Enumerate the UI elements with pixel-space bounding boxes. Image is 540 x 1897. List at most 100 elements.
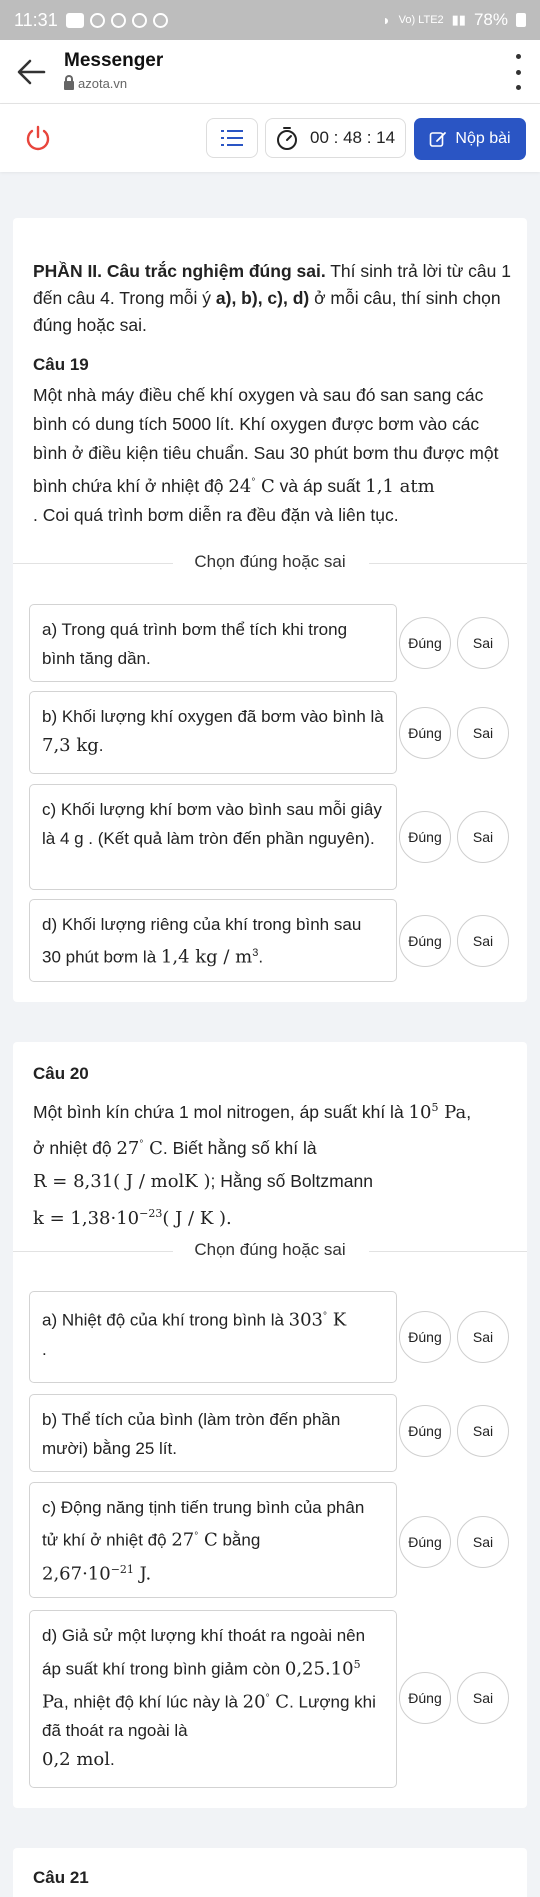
submit-button[interactable]: Nộp bài <box>414 118 526 160</box>
choose-divider: Chọn đúng hoặc sai <box>13 1240 527 1262</box>
option-line4: 0,2 mol <box>42 1749 111 1771</box>
network-label: Vo) LTE2 <box>398 14 444 26</box>
status-bar: 11:31 ◗ Vo) LTE2 ▮▮ 78% <box>0 0 540 40</box>
edit-icon <box>430 132 447 147</box>
question-card-19: PHẦN II. Câu trắc nghiệm đúng sai. Thí s… <box>13 218 527 1002</box>
countdown-timer: 00 : 48 : 14 <box>265 118 406 158</box>
question-list-button[interactable] <box>206 118 258 158</box>
true-button[interactable]: Đúng <box>399 617 451 669</box>
submit-label: Nộp bài <box>455 130 511 147</box>
section-intro: PHẦN II. Câu trắc nghiệm đúng sai. Thí s… <box>33 258 513 339</box>
q19-temp: 24 <box>228 475 252 497</box>
arrow-left-icon[interactable] <box>14 56 48 88</box>
section-text-marks: a), b), c), d) <box>215 288 310 308</box>
true-button[interactable]: Đúng <box>399 811 451 863</box>
true-button[interactable]: Đúng <box>399 1516 451 1568</box>
wifi-icon: ◗ <box>382 12 391 28</box>
option-line2-unit: C <box>269 1691 290 1713</box>
false-button[interactable]: Sai <box>457 707 509 759</box>
option-c: c) Động năng tịnh tiến trung bình của ph… <box>29 1482 397 1598</box>
q20-temp: 27 <box>116 1137 140 1159</box>
gas-constant: R = 8,31( J / molK ) <box>33 1170 211 1192</box>
option-text: b) Thể tích của bình (làm tròn đến phần … <box>42 1410 341 1458</box>
choose-label: Chọn đúng hoặc sai <box>194 1240 346 1259</box>
option-math: 27 <box>171 1529 195 1551</box>
option-tail: . <box>258 947 264 967</box>
exam-toolbar: 00 : 48 : 14 Nộp bài <box>0 104 540 172</box>
false-button[interactable]: Sai <box>457 915 509 967</box>
q20-text-2: ở nhiệt độ <box>33 1137 117 1158</box>
option-mid: bằng <box>217 1530 261 1550</box>
instagram-notification-icon <box>152 12 168 28</box>
app-title: Messenger <box>64 50 164 71</box>
option-math: 7,3 kg <box>42 735 99 756</box>
false-button[interactable]: Sai <box>457 1516 509 1568</box>
option-math: 303 <box>288 1309 324 1331</box>
question-card-21: Câu 21 <box>13 1848 527 1897</box>
instagram-notification-icon <box>131 12 147 28</box>
battery-level: 78% <box>473 10 508 29</box>
boltzmann-constant: k = 1,38·10 <box>33 1207 140 1229</box>
q20-text-3: . Biết hằng số khí là <box>162 1137 317 1158</box>
option-tail: . <box>98 736 104 755</box>
true-button[interactable]: Đúng <box>399 915 451 967</box>
option-d: d) Giả sử một lượng khí thoát ra ngoài n… <box>29 1610 397 1788</box>
app-notification-icon <box>65 12 84 28</box>
false-button[interactable]: Sai <box>457 1311 509 1363</box>
option-tail: C <box>198 1529 218 1551</box>
question-text: Một nhà máy điều chế khí oxygen và sau đ… <box>33 381 513 530</box>
question-title: Câu 21 <box>33 1868 89 1887</box>
choose-label: Chọn đúng hoặc sai <box>194 552 346 571</box>
unit-c: C <box>143 1137 163 1159</box>
boltzmann-unit: ( J / K ). <box>162 1207 232 1229</box>
system-status: ◗ Vo) LTE2 ▮▮ 78% <box>382 10 526 30</box>
option-text: c) Khối lượng khí bơm vào bình sau mỗi g… <box>42 800 382 848</box>
option-d: d) Khối lượng riêng của khí trong bình s… <box>29 899 397 982</box>
pressure-unit: Pa <box>438 1101 467 1123</box>
browser-app-bar: Messenger azota.vn <box>0 40 540 104</box>
q19-text-3: . Coi quá trình bơm diễn ra đều đặn và l… <box>33 504 399 525</box>
option-line2: 2,67·10 <box>42 1563 111 1585</box>
q20-text-4: ; Hằng số Boltzmann <box>210 1170 373 1191</box>
pressure-base: 10 <box>408 1101 432 1123</box>
false-button[interactable]: Sai <box>457 811 509 863</box>
more-options-icon[interactable] <box>514 54 522 90</box>
section-heading: PHẦN II. Câu trắc nghiệm đúng sai. <box>33 261 326 281</box>
option-tail: Pa <box>42 1691 65 1713</box>
q20-text-1: Một bình kín chứa 1 mol nitrogen, áp suấ… <box>33 1101 409 1122</box>
option-math: 0,25.10 <box>284 1658 354 1680</box>
signal-icon: ▮▮ <box>451 12 466 27</box>
option-tail: K <box>327 1309 347 1331</box>
true-button[interactable]: Đúng <box>399 707 451 759</box>
false-button[interactable]: Sai <box>457 1405 509 1457</box>
false-button[interactable]: Sai <box>457 1672 509 1724</box>
true-button[interactable]: Đúng <box>399 1672 451 1724</box>
battery-icon <box>516 13 526 27</box>
url-text: azota.vn <box>78 76 128 91</box>
page-url: azota.vn <box>64 74 128 91</box>
list-icon <box>221 130 243 146</box>
stopwatch-icon <box>277 127 297 150</box>
true-button[interactable]: Đúng <box>399 1311 451 1363</box>
option-b: b) Thể tích của bình (làm tròn đến phần … <box>29 1394 397 1472</box>
option-math-exp: 5 <box>353 1658 361 1671</box>
power-icon[interactable] <box>22 122 54 154</box>
boltzmann-exp: −23 <box>139 1206 163 1220</box>
q19-text-2: và áp suất <box>274 475 366 496</box>
option-line2-unit: J. <box>133 1563 152 1585</box>
false-button[interactable]: Sai <box>457 617 509 669</box>
true-button[interactable]: Đúng <box>399 1405 451 1457</box>
option-b: b) Khối lượng khí oxygen đã bơm vào bình… <box>29 691 397 774</box>
lock-icon <box>64 74 74 90</box>
unit-c: C <box>255 475 275 497</box>
option-a: a) Trong quá trình bơm thể tích khi tron… <box>29 604 397 682</box>
question-title: Câu 19 <box>33 355 89 374</box>
option-a: a) Nhiệt độ của khí trong bình là 303° K… <box>29 1291 397 1383</box>
clock: 11:31 <box>14 9 58 30</box>
messenger-notification-icon <box>89 12 105 28</box>
timer-value: 00 : 48 : 14 <box>310 128 396 147</box>
instagram-notification-icon <box>110 12 126 28</box>
question-card-20: Câu 20 Một bình kín chứa 1 mol nitrogen,… <box>13 1042 527 1808</box>
option-text: a) Trong quá trình bơm thể tích khi tron… <box>42 620 348 668</box>
q19-pressure: 1,1 atm <box>365 475 435 497</box>
